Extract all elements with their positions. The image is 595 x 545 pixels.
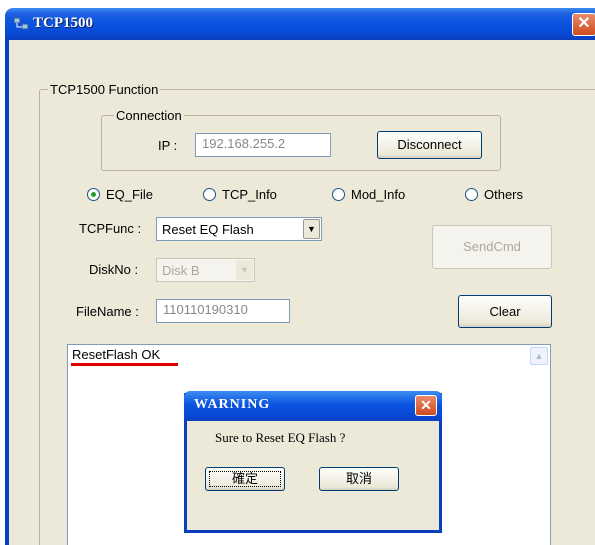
radio-indicator: [203, 188, 216, 201]
title-bar[interactable]: TCP1500 ✕: [5, 8, 595, 40]
filename-field[interactable]: 110110190310: [156, 299, 290, 323]
red-underline-annotation: [71, 363, 178, 366]
dialog-title-bar[interactable]: WARNING ✕: [184, 391, 442, 421]
tcpfunc-select-value: Reset EQ Flash: [162, 222, 254, 237]
function-group-label: TCP1500 Function: [48, 82, 161, 97]
radio-others[interactable]: Others: [465, 187, 523, 202]
close-icon[interactable]: ✕: [572, 13, 595, 36]
sendcmd-button[interactable]: SendCmd: [432, 225, 552, 269]
diskno-label: DiskNo :: [89, 262, 139, 277]
radio-tcp-info[interactable]: TCP_Info: [203, 187, 277, 202]
close-icon[interactable]: ✕: [415, 395, 437, 416]
dialog-message: Sure to Reset EQ Flash ?: [215, 430, 346, 445]
scroll-up-icon[interactable]: ▲: [530, 347, 548, 365]
radio-mod-info[interactable]: Mod_Info: [332, 187, 405, 202]
tcpfunc-label: TCPFunc :: [79, 221, 142, 236]
log-text: ResetFlash OK: [72, 347, 161, 362]
radio-tcp-info-label: TCP_Info: [222, 187, 277, 202]
filename-label: FileName :: [76, 304, 139, 319]
ok-button[interactable]: 確定: [205, 467, 285, 491]
radio-indicator: [332, 188, 345, 201]
radio-indicator: [465, 188, 478, 201]
radio-eq-file-label: EQ_File: [106, 187, 153, 202]
cancel-button[interactable]: 取消: [319, 467, 399, 491]
dialog-title: WARNING: [194, 397, 271, 412]
network-app-icon: [13, 17, 29, 30]
clear-button[interactable]: Clear: [458, 295, 552, 328]
warning-dialog: WARNING ✕ Sure to Reset EQ Flash ? 確定 取消: [184, 391, 442, 533]
chevron-down-icon[interactable]: ▼: [303, 219, 320, 239]
diskno-select-value: Disk B: [162, 263, 200, 278]
radio-others-label: Others: [484, 187, 524, 202]
disconnect-button[interactable]: Disconnect: [377, 131, 482, 159]
ok-button-label: 確定: [231, 471, 258, 486]
chevron-down-icon[interactable]: ▼: [236, 260, 253, 280]
radio-eq-file[interactable]: EQ_File: [87, 187, 153, 202]
ip-label: IP :: [158, 138, 178, 153]
radio-selected-indicator: [87, 188, 100, 201]
radio-mod-info-label: Mod_Info: [351, 187, 406, 202]
tcpfunc-select[interactable]: Reset EQ Flash ▼: [156, 217, 322, 241]
diskno-select[interactable]: Disk B ▼: [156, 258, 255, 282]
ip-field[interactable]: 192.168.255.2: [195, 133, 331, 157]
window-title: TCP1500: [33, 15, 93, 31]
connection-group-label: Connection: [114, 108, 184, 123]
